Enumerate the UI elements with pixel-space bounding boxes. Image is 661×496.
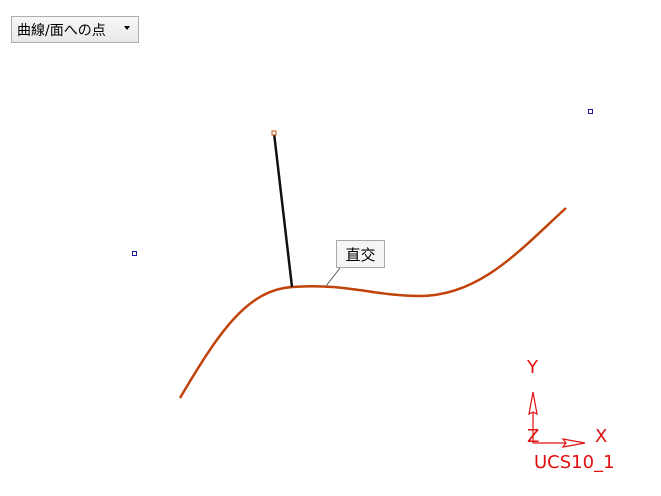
mode-dropdown[interactable]: 曲線/面への点 <box>11 16 139 43</box>
spline-curve[interactable] <box>178 207 567 399</box>
tag-leader-line <box>325 267 341 287</box>
control-point-right[interactable] <box>588 109 593 114</box>
ucs-name-label: UCS10_1 <box>534 452 615 473</box>
chevron-down-icon[interactable] <box>124 26 130 30</box>
mode-dropdown-value: 曲線/面への点 <box>17 22 106 39</box>
perpendicular-tag-label: 直交 <box>345 245 376 264</box>
perpendicular-line[interactable] <box>272 132 294 288</box>
control-point-left[interactable] <box>132 251 137 256</box>
ucs-y-label: Y <box>527 357 538 378</box>
ucs-x-label: X <box>595 426 608 447</box>
ucs-z-label: Z <box>527 426 540 447</box>
drawing-canvas[interactable] <box>0 0 661 496</box>
line-endpoint-marker[interactable] <box>271 130 277 136</box>
perpendicular-tag[interactable]: 直交 <box>336 240 385 268</box>
